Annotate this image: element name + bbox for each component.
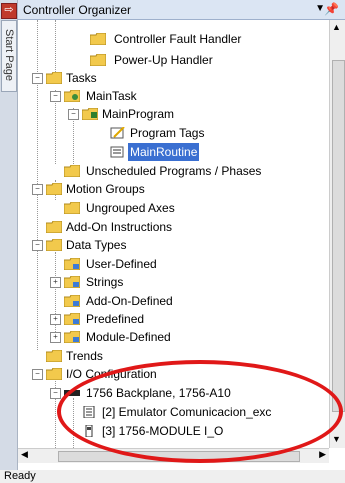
scroll-thumb[interactable] (332, 60, 345, 412)
folder-icon (64, 165, 80, 177)
scroll-down-icon[interactable]: ▼ (332, 434, 341, 444)
folder-icon (46, 350, 62, 362)
start-page-label: Start Page (3, 29, 15, 81)
horizontal-scrollbar[interactable]: ◀ ▶ (18, 448, 329, 463)
tree-item-trends[interactable]: Trends (18, 347, 328, 365)
tree-item-controller-fault-handler[interactable]: Controller Fault Handler (18, 30, 328, 48)
controller-organizer-tree: Controller Fault Handler Power-Up Handle… (18, 20, 329, 448)
folder-open-icon (46, 368, 62, 380)
datatype-folder-icon (64, 313, 80, 325)
tree-item-main-task[interactable]: − MainTask (18, 87, 328, 105)
expand-icon[interactable]: + (50, 332, 61, 343)
tree-item-user-defined[interactable]: User-Defined (18, 255, 328, 273)
tree-item-data-types[interactable]: − Data Types (18, 236, 328, 254)
scroll-left-icon[interactable]: ◀ (21, 449, 28, 460)
tree-item-strings[interactable]: + Strings (18, 273, 328, 291)
module-icon (83, 406, 95, 418)
tree-item-backplane[interactable]: − 1756 Backplane, 1756-A10 (18, 384, 328, 402)
folder-open-icon (46, 239, 62, 251)
status-bar: Ready (0, 470, 345, 483)
io-module-icon (85, 425, 93, 437)
tree-item-add-on-defined[interactable]: Add-On-Defined (18, 292, 328, 310)
tree-item-module-defined[interactable]: + Module-Defined (18, 328, 328, 346)
tree-item-program-tags[interactable]: Program Tags (18, 124, 328, 142)
folder-icon (64, 202, 80, 214)
collapse-icon[interactable]: − (32, 240, 43, 251)
tree-item-module-io[interactable]: [3] 1756-MODULE I_O (18, 422, 328, 440)
expand-icon[interactable]: + (50, 314, 61, 325)
tree-item-predefined[interactable]: + Predefined (18, 310, 328, 328)
start-page-tab[interactable]: Start Page (1, 20, 17, 92)
organizer-title-bar: Controller Organizer ▼ 📌 (18, 0, 345, 20)
left-sidebar-strip: ⇨ Start Page (0, 0, 18, 483)
backplane-icon (64, 390, 80, 396)
pin-icon[interactable]: 📌 (324, 2, 339, 16)
collapse-icon[interactable]: − (32, 369, 43, 380)
datatype-folder-icon (64, 295, 80, 307)
routine-icon (110, 146, 124, 158)
tree-item-add-on-instructions[interactable]: Add-On Instructions (18, 218, 328, 236)
program-icon (82, 108, 98, 120)
task-icon (64, 90, 80, 102)
start-arrow-icon[interactable]: ⇨ (1, 3, 17, 19)
tags-icon (110, 127, 125, 139)
collapse-icon[interactable]: − (50, 388, 61, 399)
tree-item-main-program[interactable]: − MainProgram (18, 105, 328, 123)
vertical-scrollbar[interactable]: ▲ ▼ (329, 20, 345, 448)
tree-item-ungrouped-axes[interactable]: Ungrouped Axes (18, 199, 328, 217)
window-title: Controller Organizer (23, 3, 132, 17)
collapse-icon[interactable]: − (68, 109, 79, 120)
datatype-folder-icon (64, 276, 80, 288)
folder-icon (46, 221, 62, 233)
datatype-folder-icon (64, 331, 80, 343)
scroll-right-icon[interactable]: ▶ (319, 449, 326, 460)
expand-icon[interactable]: + (50, 277, 61, 288)
folder-icon (90, 54, 106, 66)
collapse-icon[interactable]: − (50, 91, 61, 102)
folder-open-icon (46, 72, 62, 84)
status-text: Ready (4, 470, 36, 482)
datatype-folder-icon (64, 258, 80, 270)
scroll-thumb[interactable] (58, 451, 300, 462)
tree-item-unscheduled-programs[interactable]: Unscheduled Programs / Phases (18, 162, 328, 180)
tree-item-emulator[interactable]: [2] Emulator Comunicacion_exc (18, 403, 328, 421)
scroll-up-icon[interactable]: ▲ (332, 22, 341, 32)
collapse-icon[interactable]: − (32, 184, 43, 195)
folder-icon (90, 33, 106, 45)
tree-item-tasks[interactable]: − Tasks (18, 69, 328, 87)
collapse-icon[interactable]: − (32, 73, 43, 84)
tree-item-power-up-handler[interactable]: Power-Up Handler (18, 51, 328, 69)
tree-item-io-configuration[interactable]: − I/O Configuration (18, 365, 328, 383)
folder-open-icon (46, 183, 62, 195)
tree-item-main-routine[interactable]: MainRoutine (18, 143, 328, 161)
tree-item-motion-groups[interactable]: − Motion Groups (18, 180, 328, 198)
